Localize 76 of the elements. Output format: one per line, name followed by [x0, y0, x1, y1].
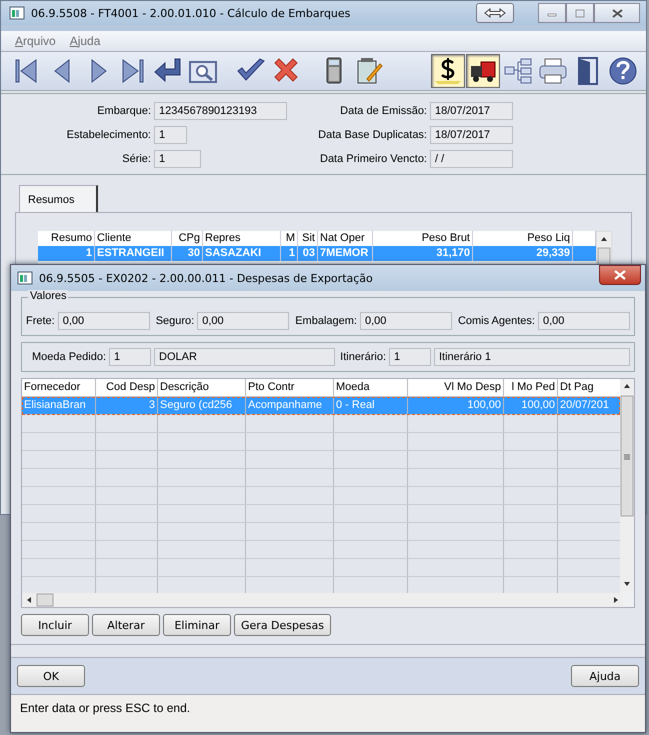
input-field[interactable]: / /	[430, 150, 513, 168]
status-bar: Enter data or press ESC to end.	[11, 694, 645, 732]
maximize-button[interactable]	[566, 3, 594, 23]
menu-item[interactable]: Ajuda	[70, 34, 100, 48]
window-title: 06.9.5505 - EX0202 - 2.00.00.011 - Despesas de Exportação	[39, 272, 373, 284]
field-label: Embalagem:	[295, 315, 357, 327]
input-field[interactable]: 0,00	[360, 312, 452, 330]
input-field[interactable]: 1234567890123193	[154, 102, 287, 120]
field-label: Data Base Duplicatas:	[317, 129, 427, 141]
table-cell: Seguro (cd256	[158, 397, 246, 414]
group-title: Valores	[28, 290, 68, 302]
table-cell: SASAZAKI	[203, 246, 281, 261]
table-cell: ElisianaBran	[22, 397, 96, 414]
field-label: Frete:	[26, 315, 55, 327]
double-arrow-icon	[484, 8, 506, 18]
table-cell: ESTRANGEII	[95, 246, 172, 261]
column-header[interactable]: Descrição	[158, 379, 246, 396]
toolbar-button[interactable]	[466, 54, 500, 88]
field-label: Comis Agentes:	[458, 315, 535, 327]
field-label: Embarque:	[96, 105, 151, 117]
input-field[interactable]: Itinerário 1	[434, 348, 630, 366]
app-icon	[9, 6, 25, 20]
column-header[interactable]: Cod Desp	[96, 379, 158, 396]
app-icon	[17, 271, 33, 285]
table-cell: 1	[281, 246, 298, 261]
field-label: Data Primeiro Vencto:	[319, 153, 427, 165]
action-button[interactable]: Eliminar	[163, 614, 231, 636]
table-cell: 3	[96, 397, 158, 414]
close-button[interactable]	[599, 265, 641, 285]
tab[interactable]: Resumos	[19, 185, 98, 212]
menu-item[interactable]: Arquivo	[15, 34, 56, 48]
table-cell: 0 - Real	[334, 397, 408, 414]
field-label: Série:	[121, 153, 151, 165]
swap-button[interactable]	[476, 3, 514, 23]
help-button[interactable]: Ajuda	[571, 665, 639, 687]
column-header[interactable]: l Mo Ped	[504, 379, 558, 396]
column-header[interactable]: Vl Mo Desp	[408, 379, 504, 396]
action-button[interactable]: Incluir	[21, 614, 89, 636]
toolbar-button[interactable]	[431, 54, 465, 88]
table-cell: 100,00	[504, 397, 558, 414]
field-label: Estabelecimento:	[66, 129, 151, 141]
field-label: Data de Emissão:	[339, 105, 427, 117]
input-field[interactable]: 1	[109, 348, 151, 366]
table-cell: Acompanhame	[246, 397, 334, 414]
table-cell: 31,170	[373, 246, 473, 261]
field-label: Moeda Pedido:	[32, 351, 106, 363]
maximize-icon	[575, 8, 585, 18]
field-label: Seguro:	[156, 315, 194, 327]
ok-button[interactable]: OK	[17, 665, 85, 687]
input-field[interactable]: 0,00	[197, 312, 290, 330]
column-header[interactable]: Moeda	[334, 379, 408, 396]
input-field[interactable]: 1	[389, 348, 431, 366]
minimize-button[interactable]	[538, 3, 566, 23]
table-cell: 7MEMOR	[318, 246, 373, 261]
table-cell: 30	[172, 246, 203, 261]
close-icon	[614, 270, 626, 280]
window-title: 06.9.5508 - FT4001 - 2.00.01.010 - Cálculo de Embarques	[31, 6, 350, 20]
input-field[interactable]: 0,00	[538, 312, 630, 330]
table-cell: 100,00	[408, 397, 504, 414]
input-field[interactable]: DOLAR	[154, 348, 335, 366]
input-field[interactable]: 0,00	[58, 312, 150, 330]
table-cell: 03	[298, 246, 318, 261]
input-field[interactable]: 1	[154, 126, 187, 144]
close-icon	[612, 8, 622, 18]
action-button[interactable]: Gera Despesas	[234, 614, 331, 636]
column-header[interactable]: Fornecedor	[22, 379, 96, 396]
action-button[interactable]: Alterar	[92, 614, 160, 636]
help-icon	[607, 55, 639, 87]
input-field[interactable]: 1	[154, 150, 201, 168]
input-field[interactable]: 18/07/2017	[430, 126, 513, 144]
input-field[interactable]: 18/07/2017	[430, 102, 513, 120]
column-header[interactable]: Pto Contr	[246, 379, 334, 396]
field-label: Itinerário:	[340, 351, 386, 363]
table-cell: 29,339	[473, 246, 573, 261]
table-cell: 1	[38, 246, 95, 261]
close-button[interactable]	[594, 3, 640, 23]
